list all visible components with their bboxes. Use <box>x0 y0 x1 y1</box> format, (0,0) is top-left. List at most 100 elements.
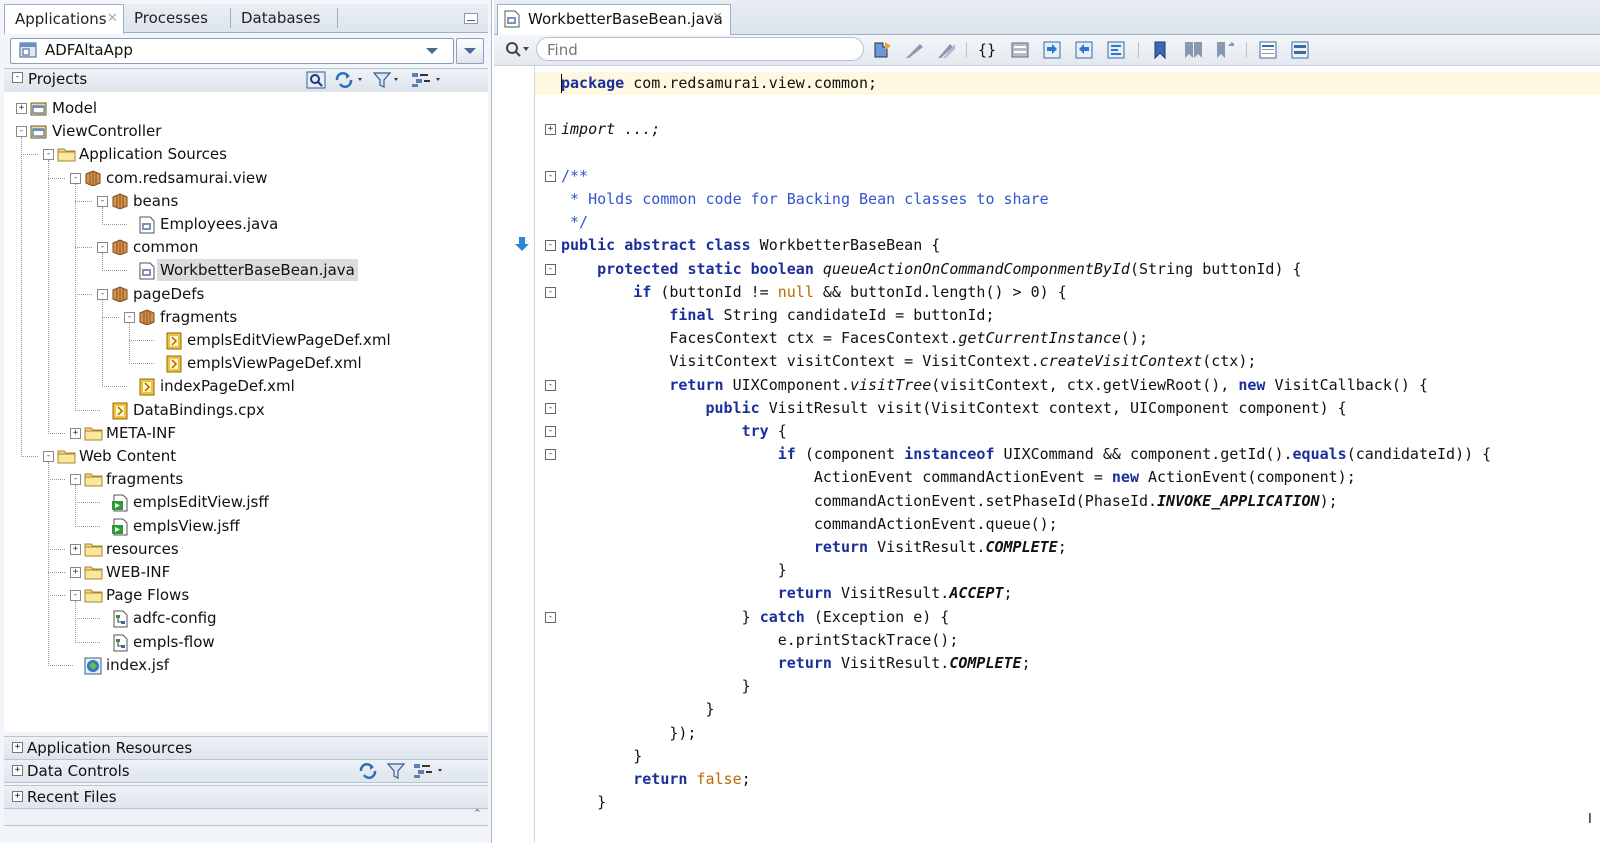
code-line[interactable]: commandActionEvent.queue(); <box>535 513 1600 536</box>
collapse-icon[interactable]: - <box>545 240 556 252</box>
tab-applications[interactable]: Applications ✕ <box>4 4 124 34</box>
collapse-icon[interactable]: - <box>545 263 556 275</box>
code-line[interactable]: VisitContext visitContext = VisitContext… <box>535 350 1600 373</box>
code-line[interactable] <box>535 95 1600 118</box>
code-line[interactable]: * Holds common code for Backing Bean cla… <box>535 188 1600 211</box>
code-line[interactable]: } <box>535 675 1600 698</box>
tree-item[interactable]: - common <box>4 236 484 258</box>
bookmark-icon[interactable] <box>1150 40 1170 60</box>
collapse-icon[interactable]: - <box>545 379 556 391</box>
tree-item[interactable]: - beans <box>4 190 484 212</box>
collapse-icon[interactable]: - <box>16 126 27 138</box>
collapse-icon[interactable]: - <box>124 311 135 323</box>
code-line[interactable]: return VisitResult.COMPLETE; <box>535 652 1600 675</box>
expand-icon[interactable]: + <box>545 124 556 136</box>
tree-options-icon[interactable] <box>412 762 446 780</box>
toggle-block-icon[interactable] <box>1010 40 1030 60</box>
minimize-icon[interactable] <box>464 13 478 24</box>
back-icon[interactable] <box>904 40 924 60</box>
editor-tab-workbetterbasebean[interactable]: WorkbetterBaseBean.java ✕ <box>497 4 731 35</box>
code-editor[interactable]: package com.redsamurai.view.common; impor… <box>535 66 1600 843</box>
tree-item[interactable]: indexPageDef.xml <box>4 375 484 397</box>
collapse-icon[interactable]: - <box>545 611 556 623</box>
code-line[interactable]: if (component instanceof UIXCommand && c… <box>535 443 1600 466</box>
code-line[interactable]: return VisitResult.COMPLETE; <box>535 536 1600 559</box>
tab-processes[interactable]: Processes <box>134 4 226 32</box>
code-line[interactable]: } <box>535 745 1600 768</box>
tree-item[interactable]: emplsView.jsff <box>4 515 484 537</box>
tree-item[interactable]: DataBindings.cpx <box>4 399 484 421</box>
code-line[interactable]: }); <box>535 722 1600 745</box>
code-line[interactable]: } <box>535 698 1600 721</box>
code-line[interactable]: public VisitResult visit(VisitContext co… <box>535 397 1600 420</box>
indent-icon[interactable] <box>1042 40 1062 60</box>
code-line[interactable]: } catch (Exception e) {- <box>535 606 1600 629</box>
search-icon[interactable] <box>504 40 530 60</box>
collapse-icon[interactable]: - <box>43 451 54 462</box>
code-line[interactable]: } <box>535 791 1600 814</box>
collapse-icon[interactable]: - <box>545 402 556 414</box>
tree-options-icon[interactable] <box>410 71 442 89</box>
recent-files-panel[interactable]: + Recent Files <box>4 785 488 809</box>
code-line[interactable]: try {- <box>535 420 1600 443</box>
tree-item[interactable]: index.jsf <box>4 654 484 676</box>
code-line[interactable]: e.printStackTrace(); <box>535 629 1600 652</box>
collapse-icon[interactable]: - <box>70 590 81 602</box>
code-line[interactable]: public abstract class WorkbetterBaseBean… <box>535 234 1600 257</box>
application-resources-panel[interactable]: + Application Resources <box>4 736 488 760</box>
code-line[interactable]: /** - <box>535 165 1600 188</box>
splitter-arrow-icon[interactable]: ⌃ <box>473 807 482 820</box>
find-input[interactable]: Find <box>536 37 864 61</box>
application-selector[interactable]: ADFAltaApp <box>10 38 454 64</box>
projects-panel-header[interactable]: - Projects <box>4 68 488 93</box>
tree-item[interactable]: adfc-config <box>4 607 484 629</box>
tree-item[interactable]: Employees.java <box>4 213 484 235</box>
tab-databases[interactable]: Databases <box>241 4 337 32</box>
application-menu-button[interactable] <box>456 38 484 64</box>
collapse-icon[interactable]: - <box>43 149 54 161</box>
expand-icon[interactable]: + <box>12 791 23 802</box>
collapse-icon[interactable]: - <box>70 474 81 486</box>
collapse-icon[interactable]: - <box>12 72 23 83</box>
tree-item[interactable]: - fragments <box>4 468 484 490</box>
collapse-icon[interactable]: - <box>70 172 81 184</box>
close-icon[interactable]: ✕ <box>107 5 118 33</box>
tree-item[interactable]: - Application Sources <box>4 143 484 165</box>
code-line[interactable]: if (buttonId != null && buttonId.length(… <box>535 281 1600 304</box>
editor-gutter[interactable] <box>494 66 535 843</box>
code-line[interactable]: import ...; + <box>535 118 1600 141</box>
tree-item[interactable]: + META-INF <box>4 422 484 444</box>
tree-item[interactable]: + WEB-INF <box>4 561 484 583</box>
override-arrow-icon[interactable] <box>514 236 530 252</box>
refresh-icon[interactable] <box>358 762 378 780</box>
tree-item[interactable]: WorkbetterBaseBean.java <box>4 259 484 282</box>
previous-bookmark-icon[interactable] <box>1182 40 1202 60</box>
expand-icon[interactable]: + <box>12 765 23 776</box>
tree-item[interactable]: empls-flow <box>4 631 484 653</box>
tree-item[interactable]: - ViewController <box>4 120 484 142</box>
tree-item[interactable]: - fragments <box>4 306 484 328</box>
expand-icon[interactable]: + <box>70 543 81 555</box>
collapse-icon[interactable]: - <box>545 426 556 437</box>
expand-icon[interactable]: + <box>16 103 27 114</box>
search-icon[interactable] <box>306 71 326 89</box>
expand-icon[interactable]: + <box>12 742 23 753</box>
code-line[interactable]: return false; <box>535 768 1600 791</box>
collapse-icon[interactable]: - <box>545 449 556 461</box>
chevron-down-icon[interactable] <box>425 47 439 55</box>
code-line[interactable] <box>535 142 1600 165</box>
unindent-icon[interactable] <box>1074 40 1094 60</box>
tree-item[interactable]: - com.redsamurai.view <box>4 167 484 189</box>
tree-item[interactable]: - Page Flows <box>4 584 484 606</box>
code-line[interactable]: } <box>535 559 1600 582</box>
collapse-icon[interactable]: - <box>545 286 556 298</box>
data-controls-panel[interactable]: + Data Controls <box>4 759 488 783</box>
collapse-icon[interactable]: - <box>97 242 108 254</box>
code-line[interactable]: */ <box>535 211 1600 234</box>
code-line[interactable]: package com.redsamurai.view.common; <box>535 72 1600 95</box>
comment-icon[interactable] <box>1258 40 1278 60</box>
expand-icon[interactable]: + <box>70 427 81 439</box>
tree-item[interactable]: - Web Content <box>4 445 484 467</box>
code-line[interactable]: return VisitResult.ACCEPT; <box>535 582 1600 605</box>
tree-item[interactable]: - pageDefs <box>4 283 484 305</box>
